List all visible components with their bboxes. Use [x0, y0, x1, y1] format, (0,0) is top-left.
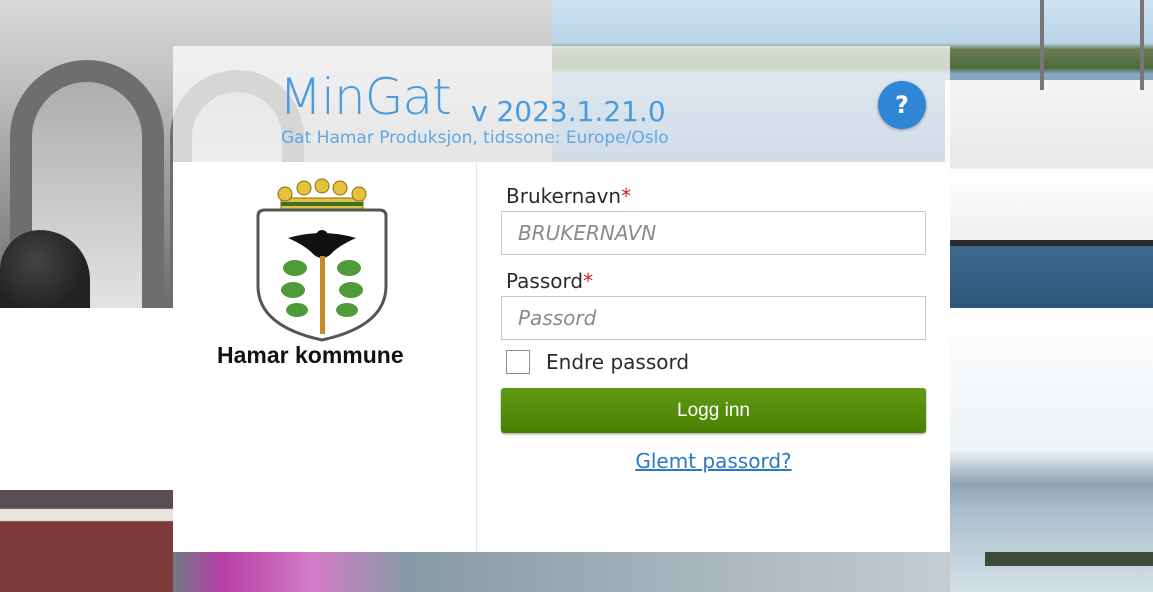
required-mark: * — [621, 184, 632, 208]
background-flowers-photo — [173, 552, 950, 592]
help-button[interactable]: ? — [878, 81, 926, 129]
environment-subtitle: Gat Hamar Produksjon, tidssone: Europe/O… — [281, 128, 669, 148]
panel-divider — [476, 162, 477, 552]
change-password-label[interactable]: Endre passord — [546, 350, 689, 374]
organization-name: Hamar kommune — [217, 342, 404, 368]
password-label-text: Passord — [506, 269, 584, 293]
login-button[interactable]: Logg inn — [501, 388, 926, 433]
background-boat — [945, 80, 1153, 246]
app-title: MinGat — [279, 68, 452, 126]
app-version: v 2023.1.21.0 — [471, 95, 666, 128]
background-pier — [985, 552, 1153, 566]
username-label: Brukernavn* — [506, 184, 631, 208]
forgot-password-link[interactable]: Glemt passord? — [501, 449, 926, 473]
change-password-checkbox[interactable] — [506, 350, 530, 374]
boat-mast — [1140, 0, 1144, 90]
boat-mast — [1040, 0, 1044, 90]
question-mark-icon: ? — [895, 91, 909, 119]
required-mark: * — [583, 269, 594, 293]
background-fjord-photo — [950, 308, 1153, 592]
login-panel: Hamar kommune Brukernavn* Passord* Endre… — [173, 162, 950, 552]
password-label: Passord* — [506, 269, 593, 293]
password-input[interactable] — [501, 296, 926, 340]
username-label-text: Brukernavn — [506, 184, 622, 208]
username-input[interactable] — [501, 211, 926, 255]
background-building-photo — [0, 490, 173, 592]
login-header: MinGat v 2023.1.21.0 Gat Hamar Produksjo… — [173, 46, 950, 162]
